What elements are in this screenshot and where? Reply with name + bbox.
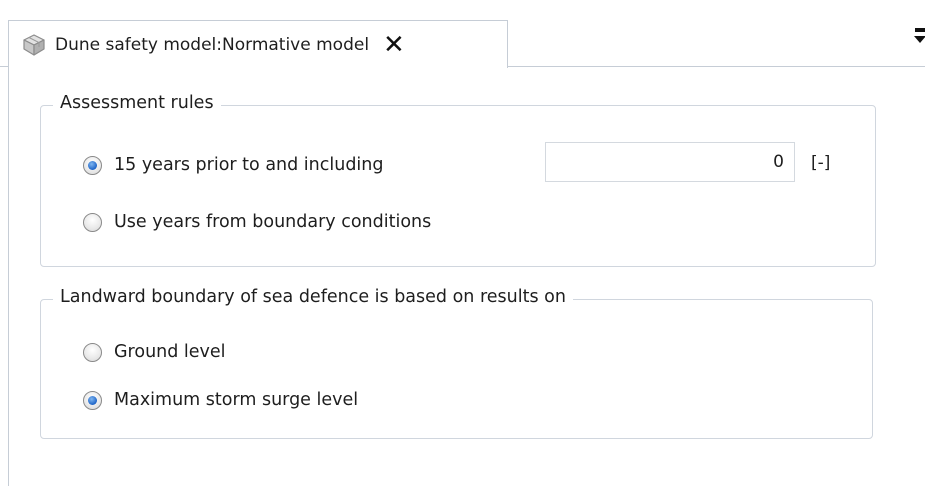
radio-use-years-from-boundary[interactable]	[83, 212, 102, 232]
tab-title: Dune safety model:Normative model	[55, 34, 370, 55]
tab-strip: Dune safety model:Normative model ✕	[0, 0, 925, 68]
tab-overflow-menu-icon[interactable]	[913, 28, 925, 50]
unit-label: [-]	[811, 153, 831, 173]
option-label: Use years from boundary conditions	[114, 212, 432, 232]
landward-boundary-title: Landward boundary of sea defence is base…	[53, 287, 573, 307]
landward-boundary-group: Landward boundary of sea defence is base…	[40, 287, 873, 439]
radio-ground-level[interactable]	[83, 342, 102, 362]
option-ground-level[interactable]: Ground level	[83, 342, 226, 362]
radio-15-years-prior[interactable]	[83, 155, 102, 175]
option-label: Maximum storm surge level	[114, 390, 359, 410]
option-label: Ground level	[114, 342, 226, 362]
option-maximum-storm-surge-level[interactable]: Maximum storm surge level	[83, 390, 358, 410]
radio-maximum-storm-surge-level[interactable]	[83, 390, 102, 410]
tab-dune-safety-model[interactable]: Dune safety model:Normative model ✕	[8, 20, 508, 68]
close-icon[interactable]: ✕	[383, 32, 405, 58]
properties-panel: Assessment rules 15 years prior to and i…	[8, 68, 925, 486]
option-15-years-prior[interactable]: 15 years prior to and including	[83, 155, 384, 175]
document-window: Dune safety model:Normative model ✕ Asse…	[0, 0, 925, 486]
year-input[interactable]	[545, 142, 795, 182]
assessment-rules-group: Assessment rules 15 years prior to and i…	[40, 93, 876, 267]
option-use-years-from-boundary[interactable]: Use years from boundary conditions	[83, 212, 431, 232]
gray-box-model-icon	[23, 33, 45, 56]
option-label: 15 years prior to and including	[114, 155, 384, 175]
assessment-rules-title: Assessment rules	[53, 93, 221, 113]
